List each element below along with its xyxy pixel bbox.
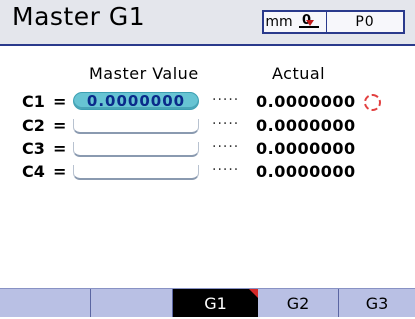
leader-dots: ····· <box>212 139 240 155</box>
master-value-field-c2[interactable] <box>73 119 199 134</box>
master-value-header: Master Value <box>89 64 199 83</box>
table-row: C3 = ····· 0.0000000 <box>0 139 415 161</box>
actual-header: Actual <box>272 64 326 83</box>
title-bar: Master G1 mm 0 P0 <box>0 0 415 46</box>
active-tab-corner-icon <box>249 289 258 298</box>
program-indicator[interactable]: P0 <box>327 10 405 34</box>
row-label: C4 <box>22 162 45 181</box>
page-title: Master G1 <box>12 2 146 31</box>
dro-screen: Master G1 mm 0 P0 Master Value Actual C1… <box>0 0 415 317</box>
softkey-2[interactable] <box>91 289 173 317</box>
table-row: C2 = ····· 0.0000000 <box>0 116 415 138</box>
actual-value: 0.0000000 <box>256 162 356 181</box>
datum-zero-arrow-icon: 0 <box>296 12 322 30</box>
datum-toggle[interactable]: 0 <box>292 10 327 34</box>
master-table: Master Value Actual C1 = 0.0000000 ·····… <box>0 46 415 286</box>
master-value-field-c3[interactable] <box>73 142 199 157</box>
master-value-field-c4[interactable] <box>73 165 199 180</box>
row-label: C2 <box>22 116 45 135</box>
equals-sign: = <box>53 92 67 111</box>
master-value-field-c1[interactable]: 0.0000000 <box>73 92 199 110</box>
table-row: C1 = 0.0000000 ····· 0.0000000 <box>0 92 415 114</box>
tab-g3[interactable]: G3 <box>339 289 415 317</box>
row-label: C3 <box>22 139 45 158</box>
tab-g1-label: G1 <box>204 294 227 313</box>
actual-value: 0.0000000 <box>256 92 356 111</box>
tab-g2[interactable]: G2 <box>258 289 339 317</box>
equals-sign: = <box>53 139 67 158</box>
softkey-bar: G1 G2 G3 <box>0 288 415 317</box>
row-label: C1 <box>22 92 45 111</box>
tab-g1[interactable]: G1 <box>173 289 258 317</box>
actual-value: 0.0000000 <box>256 139 356 158</box>
equals-sign: = <box>53 162 67 181</box>
dashed-circle-icon <box>364 94 381 111</box>
table-row: C4 = ····· 0.0000000 <box>0 162 415 184</box>
units-toggle[interactable]: mm <box>262 10 295 34</box>
leader-dots: ····· <box>212 162 240 178</box>
softkey-1[interactable] <box>0 289 91 317</box>
leader-dots: ····· <box>212 92 240 108</box>
leader-dots: ····· <box>212 116 240 132</box>
equals-sign: = <box>53 116 67 135</box>
actual-value: 0.0000000 <box>256 116 356 135</box>
